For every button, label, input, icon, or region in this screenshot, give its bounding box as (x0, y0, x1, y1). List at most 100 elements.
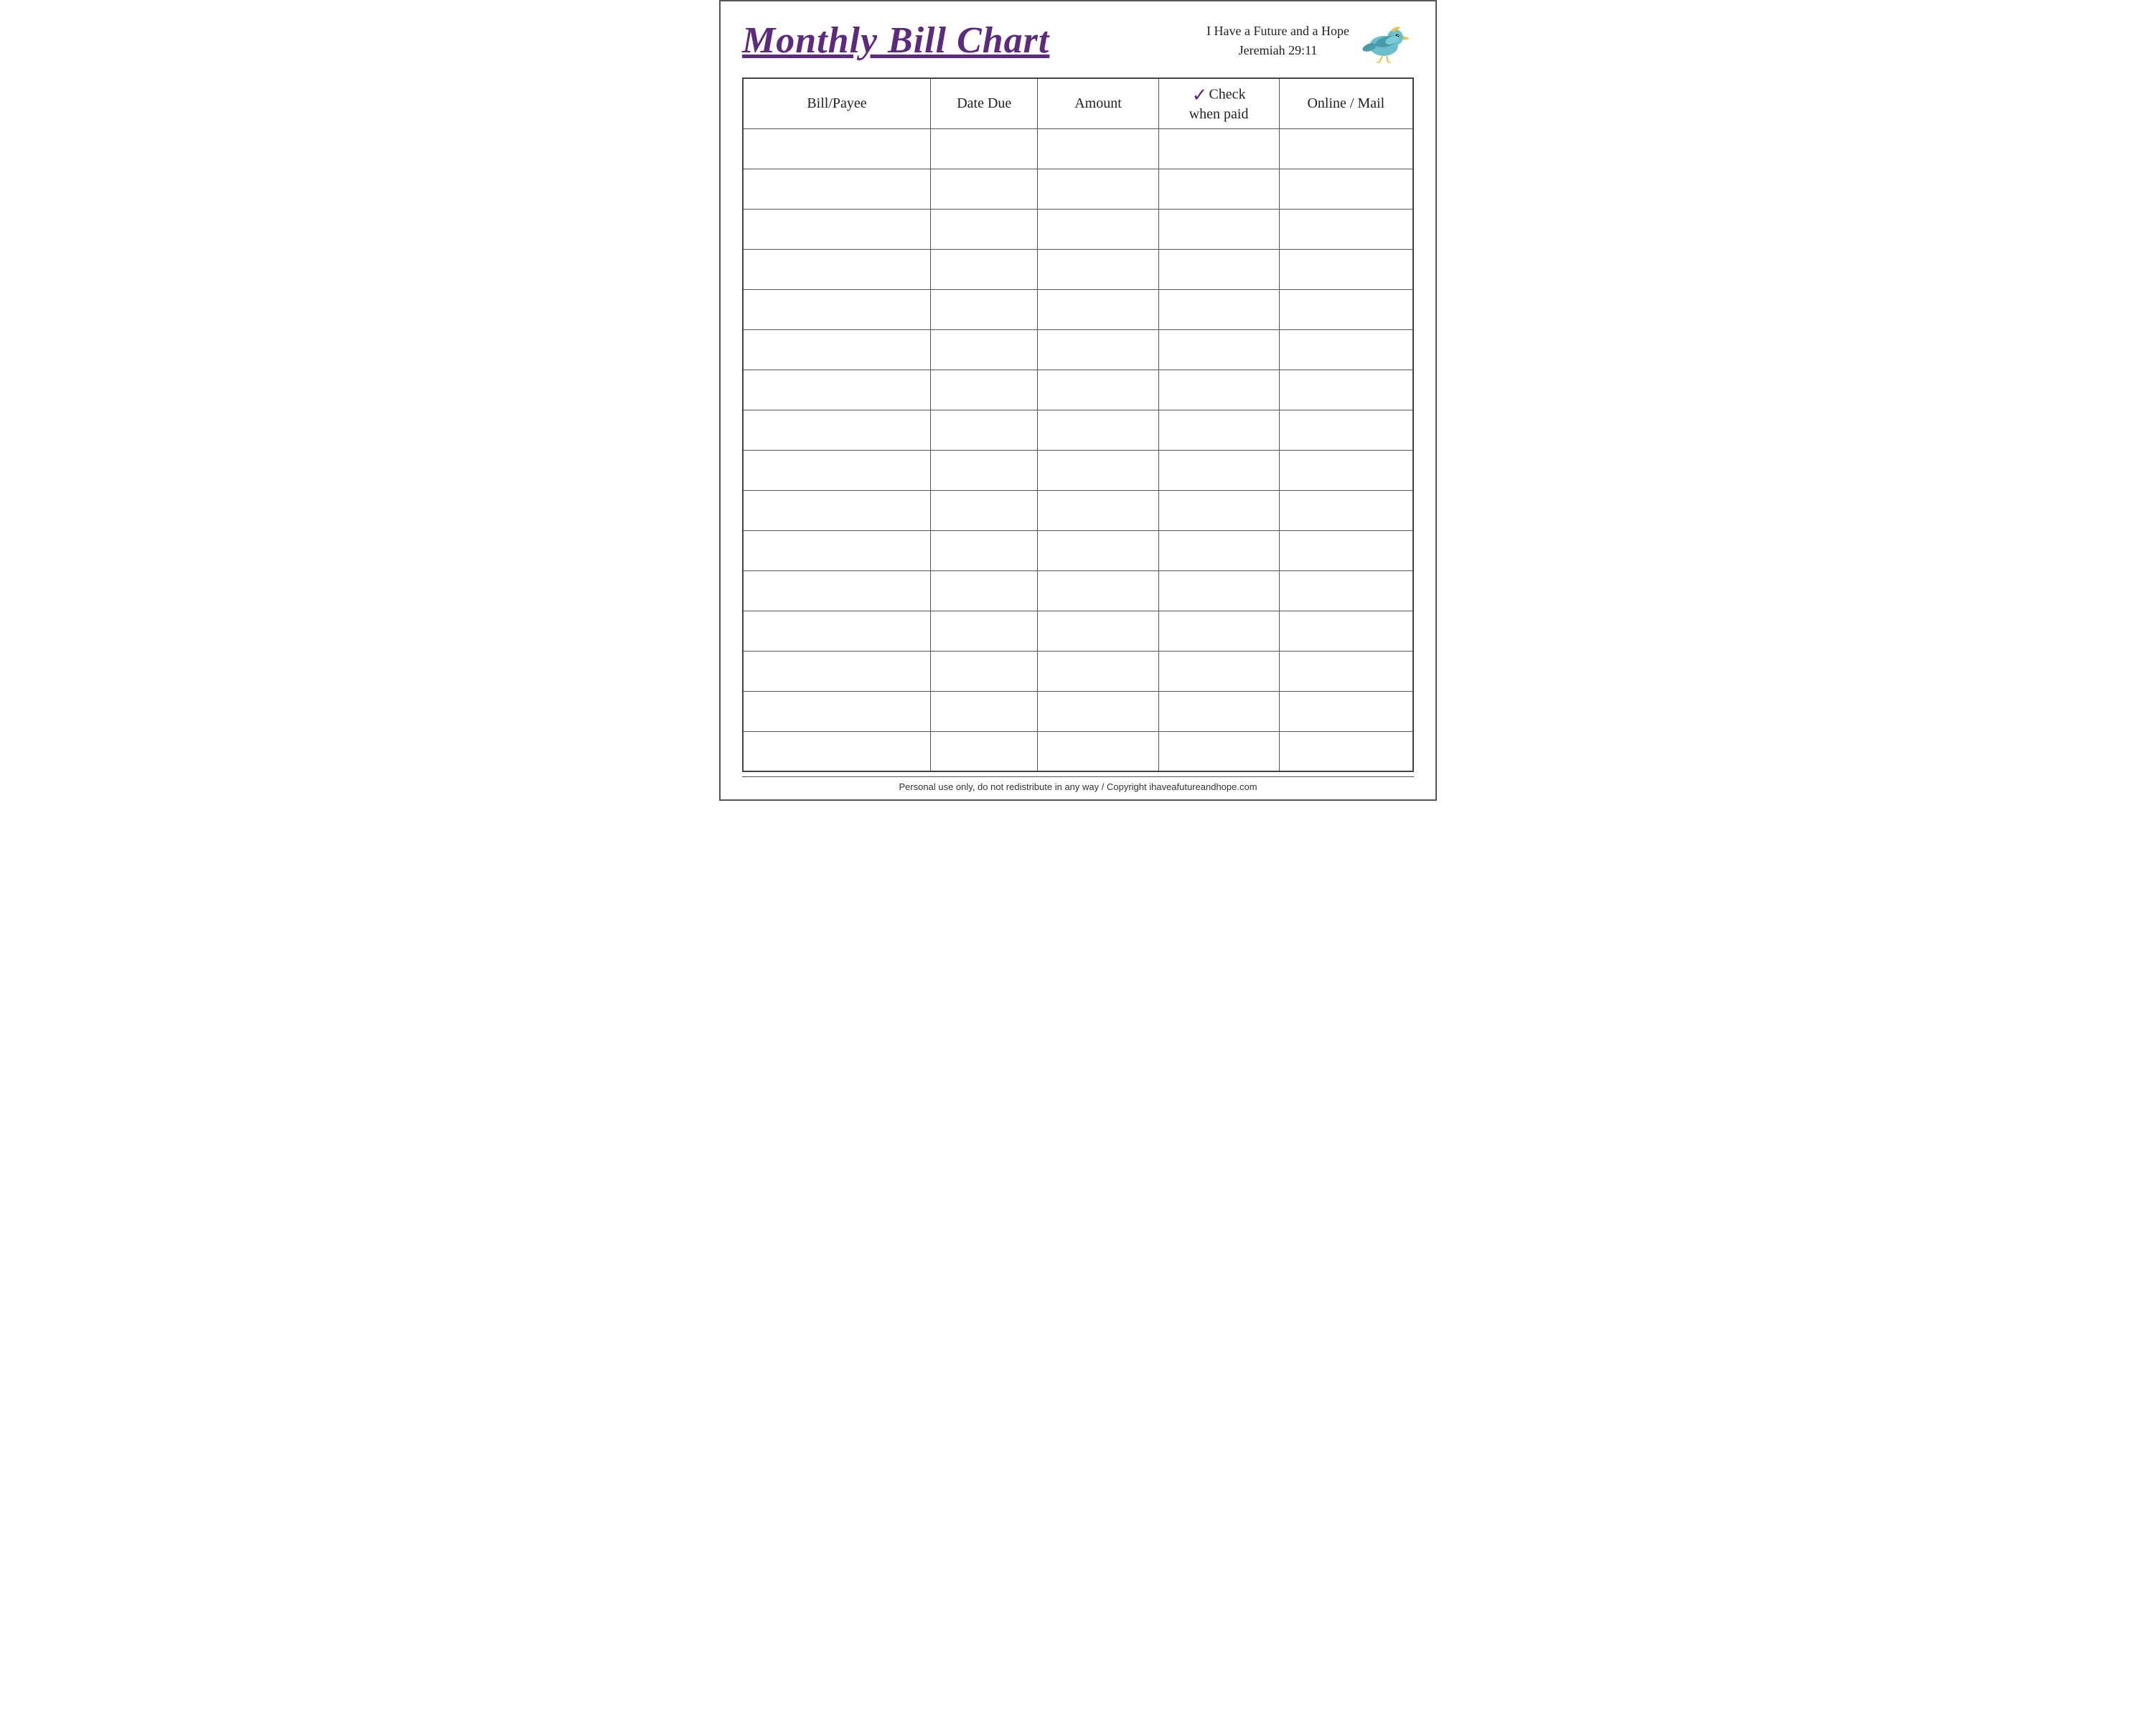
table-cell (1158, 490, 1279, 530)
table-row (743, 570, 1413, 611)
table-cell (1158, 450, 1279, 490)
table-cell (1038, 530, 1158, 570)
table-cell (931, 651, 1038, 691)
table-cell (931, 731, 1038, 771)
table-cell (931, 329, 1038, 370)
table-cell (1038, 651, 1158, 691)
table-cell (931, 249, 1038, 289)
tagline-block: I Have a Future and a Hope Jeremiah 29:1… (1206, 16, 1414, 66)
table-cell (743, 691, 931, 731)
table-cell (743, 570, 931, 611)
table-cell (743, 370, 931, 410)
col-header-check: ✓Checkwhen paid (1158, 78, 1279, 128)
table-cell (931, 490, 1038, 530)
bill-table: Bill/Payee Date Due Amount ✓Checkwhen pa… (742, 77, 1414, 772)
table-body (743, 128, 1413, 771)
table-row (743, 731, 1413, 771)
table-cell (1158, 530, 1279, 570)
table-row (743, 370, 1413, 410)
table-row (743, 329, 1413, 370)
table-cell (743, 289, 931, 329)
table-cell (1158, 209, 1279, 249)
table-cell (1279, 289, 1413, 329)
table-row (743, 651, 1413, 691)
table-cell (1279, 128, 1413, 169)
bird-illustration (1356, 16, 1414, 66)
table-cell (743, 490, 931, 530)
table-cell (931, 370, 1038, 410)
table-cell (931, 128, 1038, 169)
table-row (743, 249, 1413, 289)
col-header-online: Online / Mail (1279, 78, 1413, 128)
col-header-amount: Amount (1038, 78, 1158, 128)
table-cell (1038, 731, 1158, 771)
tagline-line2: Jeremiah 29:11 (1239, 43, 1318, 57)
table-cell (1038, 209, 1158, 249)
table-cell (1038, 289, 1158, 329)
table-cell (743, 450, 931, 490)
table-cell (1279, 410, 1413, 450)
table-cell (1279, 651, 1413, 691)
table-cell (931, 530, 1038, 570)
table-cell (1279, 169, 1413, 209)
table-cell (1279, 490, 1413, 530)
tagline-line1: I Have a Future and a Hope (1206, 24, 1349, 38)
table-cell (931, 450, 1038, 490)
table-row (743, 530, 1413, 570)
table-row (743, 490, 1413, 530)
table-cell (1158, 691, 1279, 731)
table-cell (1038, 249, 1158, 289)
checkmark-icon: ✓ (1192, 85, 1208, 106)
table-row (743, 169, 1413, 209)
table-cell (1158, 611, 1279, 651)
table-cell (1158, 370, 1279, 410)
table-cell (1279, 370, 1413, 410)
col-header-date: Date Due (931, 78, 1038, 128)
table-cell (931, 289, 1038, 329)
table-cell (931, 691, 1038, 731)
tagline-text: I Have a Future and a Hope Jeremiah 29:1… (1206, 22, 1349, 60)
col-header-payee: Bill/Payee (743, 78, 931, 128)
table-cell (931, 169, 1038, 209)
table-cell (1158, 731, 1279, 771)
table-cell (931, 570, 1038, 611)
table-row (743, 611, 1413, 651)
table-cell (931, 209, 1038, 249)
table-row (743, 209, 1413, 249)
table-cell (743, 410, 931, 450)
table-cell (743, 651, 931, 691)
table-cell (1158, 289, 1279, 329)
table-cell (1038, 370, 1158, 410)
footer: Personal use only, do not redistribute i… (742, 776, 1414, 792)
table-row (743, 691, 1413, 731)
table-cell (1279, 209, 1413, 249)
table-cell (931, 410, 1038, 450)
table-row (743, 450, 1413, 490)
table-cell (1158, 249, 1279, 289)
page-container: Monthly Bill Chart I Have a Future and a… (719, 0, 1437, 801)
table-cell (1158, 410, 1279, 450)
table-cell (743, 169, 931, 209)
table-cell (743, 249, 931, 289)
table-cell (1279, 731, 1413, 771)
table-cell (1279, 530, 1413, 570)
table-cell (1158, 169, 1279, 209)
table-cell (1158, 570, 1279, 611)
page-title: Monthly Bill Chart (742, 20, 1206, 61)
table-cell (1038, 691, 1158, 731)
bird-icon (1356, 16, 1414, 66)
table-header-row: Bill/Payee Date Due Amount ✓Checkwhen pa… (743, 78, 1413, 128)
table-cell (1038, 490, 1158, 530)
table-cell (931, 611, 1038, 651)
table-cell (1279, 570, 1413, 611)
footer-text: Personal use only, do not redistribute i… (899, 781, 1257, 792)
table-cell (1158, 329, 1279, 370)
table-cell (743, 329, 931, 370)
table-row (743, 289, 1413, 329)
table-cell (1158, 651, 1279, 691)
table-cell (1038, 570, 1158, 611)
table-cell (1279, 329, 1413, 370)
title-block: Monthly Bill Chart (742, 20, 1206, 61)
table-cell (1279, 611, 1413, 651)
table-cell (1279, 450, 1413, 490)
